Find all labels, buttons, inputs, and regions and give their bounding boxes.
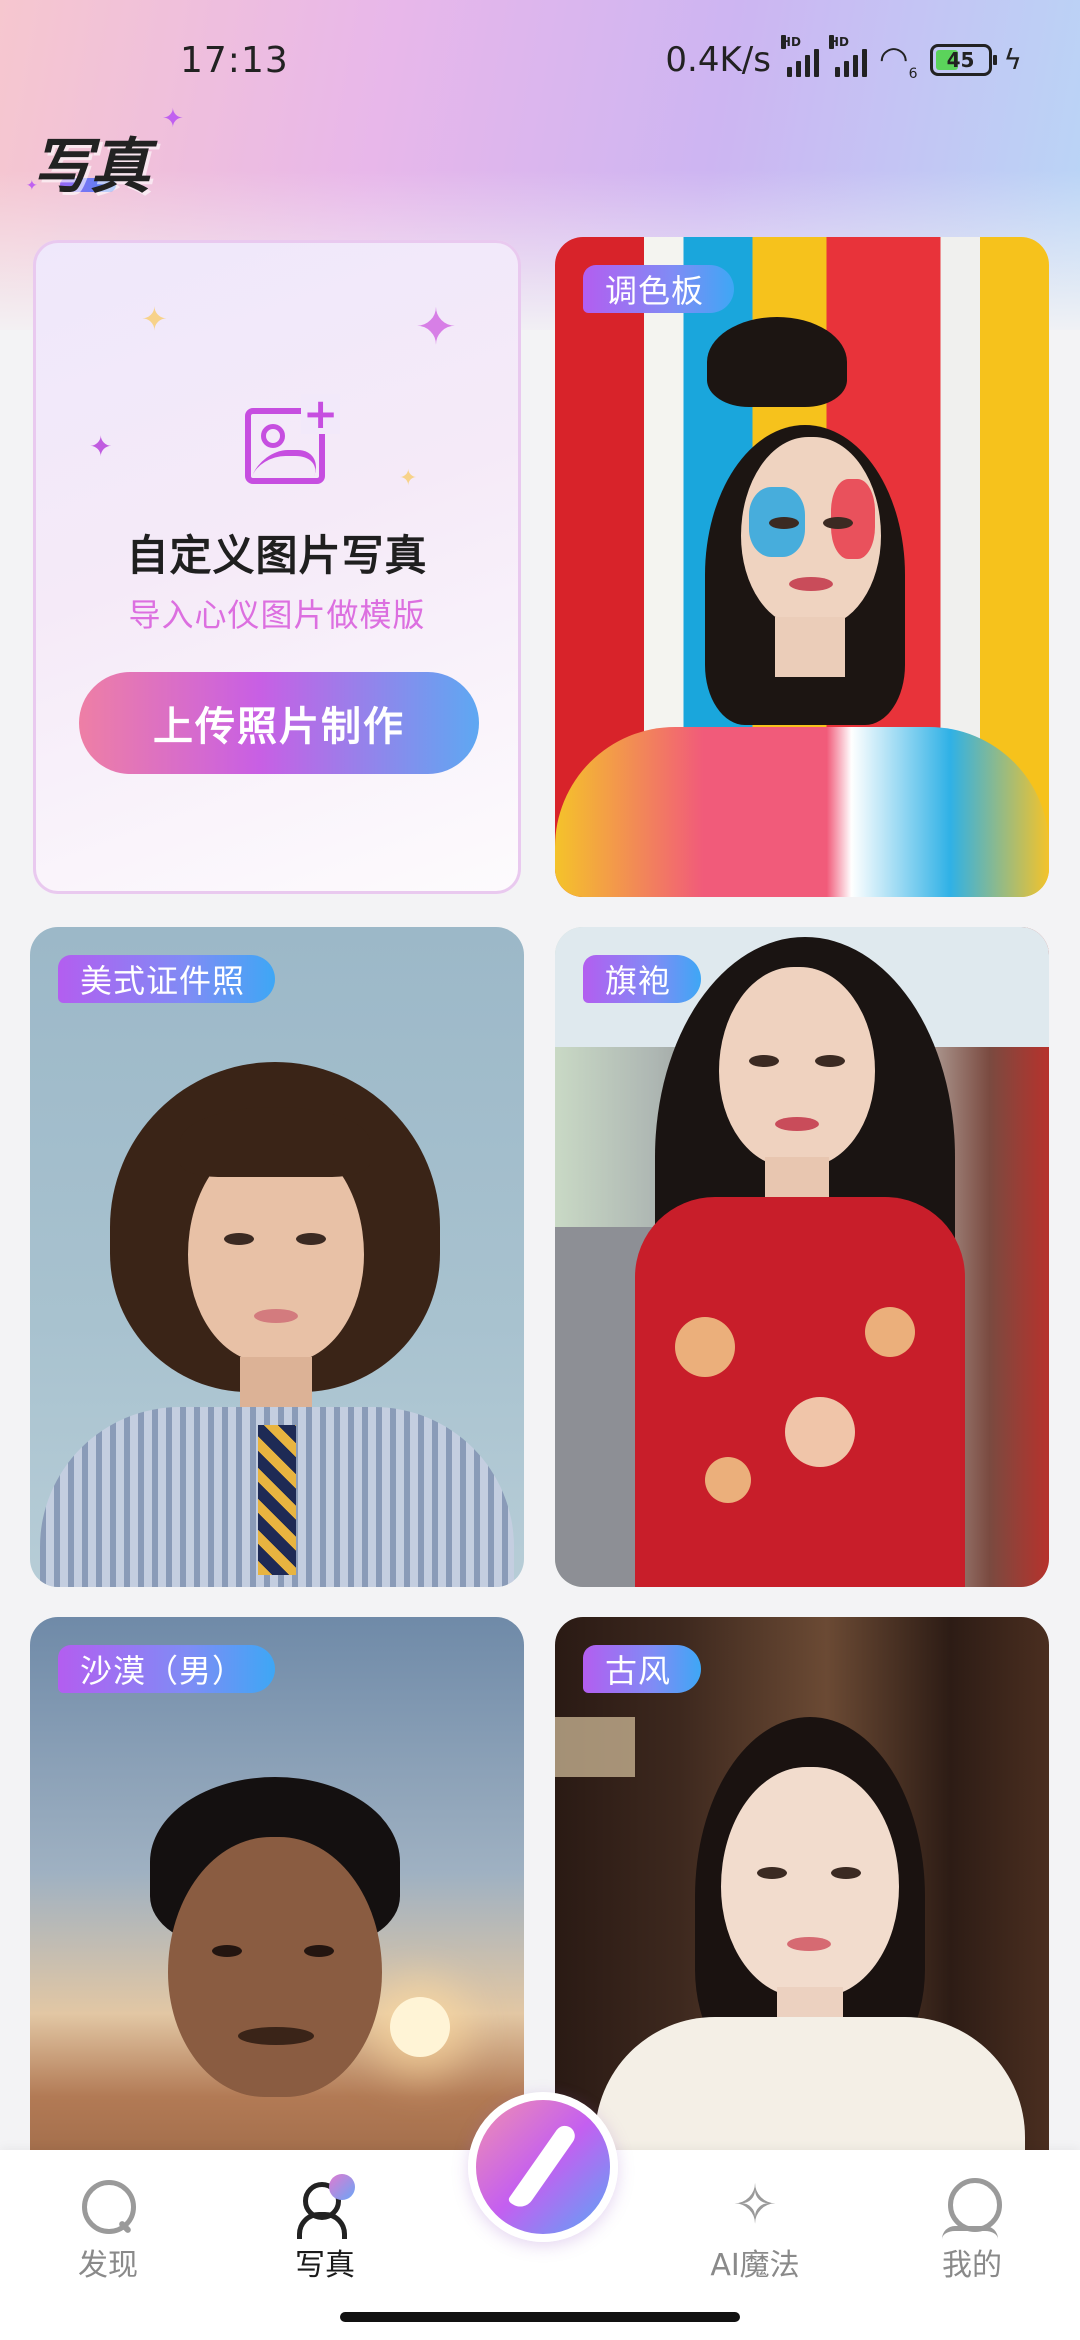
nav-label: 我的 xyxy=(942,2248,1002,2283)
sim2-hd-label: HD xyxy=(828,34,849,49)
signal-icon: HD xyxy=(828,34,867,77)
style-tag-qipao: 旗袍 xyxy=(583,955,702,1003)
search-icon xyxy=(78,2172,138,2238)
custom-photo-subtitle: 导入心仪图片做模版 xyxy=(128,596,426,634)
sparkle-icon: ✦ xyxy=(141,300,168,338)
battery-icon: 45 xyxy=(929,43,997,76)
style-card-qipao[interactable]: 旗袍 xyxy=(555,927,1049,1587)
style-card-us-id-photo[interactable]: 美式证件照 xyxy=(30,927,524,1587)
style-tag-palette: 调色板 xyxy=(583,265,735,313)
person-icon xyxy=(295,2172,355,2239)
signal-icon: HD xyxy=(780,34,819,77)
nav-label: AI魔法 xyxy=(710,2248,800,2283)
photo-studio-screen: 17:13 0.4K/s HD HD ◠6 45 ϟ 写真 ✦ ✦ ✦ ✦ ✦ xyxy=(0,0,1080,2340)
network-speed: 0.4K/s xyxy=(665,39,771,80)
nav-item-photo[interactable]: 写真 xyxy=(255,2172,395,2284)
battery-level: 45 xyxy=(946,47,975,72)
brush-icon xyxy=(507,2121,579,2213)
wifi-icon: ◠6 xyxy=(878,38,918,82)
nav-item-discover[interactable]: 发现 xyxy=(38,2172,178,2284)
nav-item-ai-magic[interactable]: ✧ AI魔法 xyxy=(685,2172,825,2284)
custom-photo-card[interactable]: ✦ ✦ ✦ ✦ + 自定义图片写真 导入心仪图片做模版 上传照片制作 xyxy=(30,237,524,897)
style-tag-desert-male: 沙漠（男） xyxy=(58,1645,276,1693)
custom-photo-title: 自定义图片写真 xyxy=(126,531,428,580)
sparkle-icon: ✦ xyxy=(162,104,184,134)
magic-wand-icon: ✧ xyxy=(732,2173,778,2236)
nav-item-me[interactable]: 我的 xyxy=(902,2172,1042,2284)
status-icons: 0.4K/s HD HD ◠6 45 ϟ xyxy=(665,34,1022,82)
sim1-hd-label: HD xyxy=(780,34,801,49)
charging-icon: ϟ xyxy=(1003,43,1022,77)
nav-label: 发现 xyxy=(78,2248,138,2283)
sparkle-icon: ✦ xyxy=(399,466,418,491)
profile-icon xyxy=(942,2172,1002,2238)
sparkle-icon: ✦ xyxy=(26,178,38,194)
style-tag-ancient: 古风 xyxy=(583,1645,702,1693)
us-id-photo-style-image xyxy=(30,927,524,1587)
create-brush-button[interactable] xyxy=(468,2092,618,2242)
style-card-palette[interactable]: 调色板 xyxy=(555,237,1049,897)
style-tag-us-id-photo: 美式证件照 xyxy=(58,955,276,1003)
sparkle-icon: ✦ xyxy=(415,298,457,356)
home-indicator[interactable] xyxy=(340,2312,740,2322)
wifi-label: 6 xyxy=(908,65,918,82)
plus-icon: + xyxy=(301,389,341,438)
nav-label: 写真 xyxy=(295,2248,355,2283)
status-bar: 17:13 0.4K/s HD HD ◠6 45 ϟ xyxy=(0,0,1080,120)
page-logo: 写真 xyxy=(32,132,150,202)
palette-style-image xyxy=(555,237,1049,897)
sparkle-icon: ✦ xyxy=(89,430,113,463)
upload-photo-button[interactable]: 上传照片制作 xyxy=(79,672,479,774)
status-time: 17:13 xyxy=(180,39,289,81)
qipao-style-image xyxy=(555,927,1049,1587)
